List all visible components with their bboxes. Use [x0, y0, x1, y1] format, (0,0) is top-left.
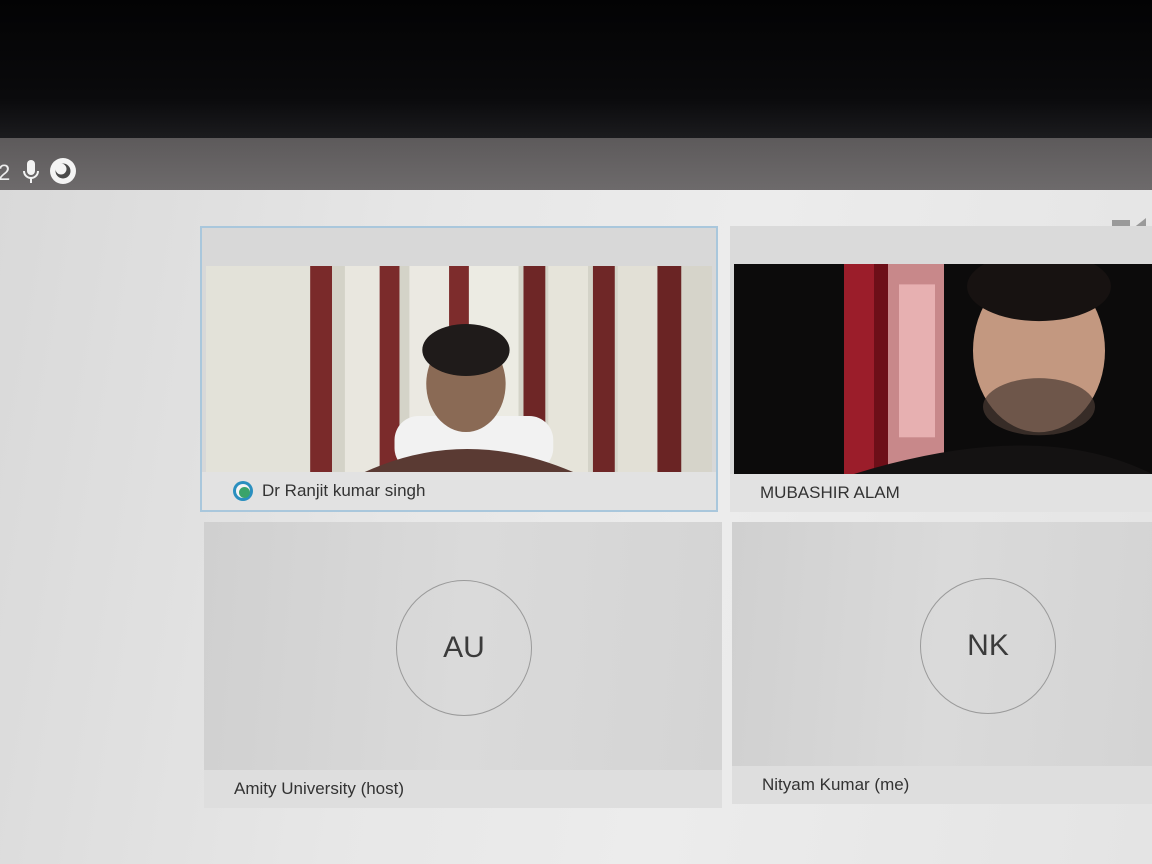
participant-namebar: Dr Ranjit kumar singh — [202, 472, 716, 510]
participant-name: Nityam Kumar (me) — [762, 775, 910, 794]
participant-count[interactable]: 2 — [0, 160, 10, 186]
participant-tile-mubashir[interactable]: MUBASHIR ALAM — [730, 226, 1152, 512]
participant-avatar: NK — [920, 578, 1056, 714]
participant-tile-nityam[interactable]: NK Nityam Kumar (me) — [732, 522, 1152, 804]
participant-name: MUBASHIR ALAM — [760, 483, 900, 502]
participant-avatar: AU — [396, 580, 532, 716]
participant-tile-amity[interactable]: AU Amity University (host) — [204, 522, 722, 808]
participant-name: Amity University (host) — [234, 779, 405, 798]
connection-status-icon[interactable] — [48, 156, 78, 186]
participant-tile-ranjit[interactable]: Dr Ranjit kumar singh — [200, 226, 718, 512]
screen-bezel — [0, 0, 1152, 140]
active-speaker-icon — [233, 481, 253, 501]
meeting-toolbar — [0, 138, 1152, 192]
participant-video — [206, 266, 712, 472]
microphone-icon[interactable] — [20, 158, 42, 186]
participant-name: Dr Ranjit kumar singh — [262, 481, 426, 500]
participant-video — [734, 264, 1152, 474]
participant-namebar: Amity University (host) — [204, 770, 722, 808]
participant-namebar: Nityam Kumar (me) — [732, 766, 1152, 804]
participant-namebar: MUBASHIR ALAM — [730, 474, 1152, 512]
